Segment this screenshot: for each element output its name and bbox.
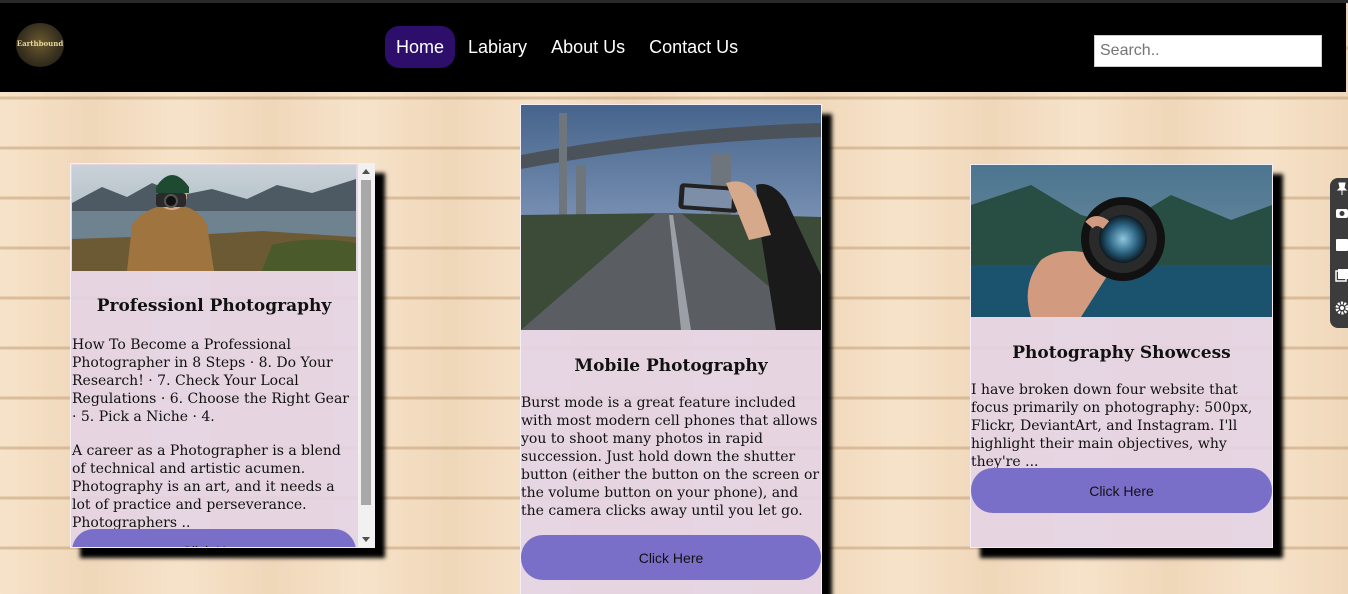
card-image-lens bbox=[971, 165, 1272, 317]
nav-labiary[interactable]: Labiary bbox=[457, 26, 538, 68]
nav-home[interactable]: Home bbox=[385, 26, 456, 68]
card-title: Photography Showcess bbox=[1012, 343, 1231, 363]
gear-icon[interactable] bbox=[1335, 301, 1348, 315]
nav-about-us[interactable]: About Us bbox=[540, 26, 636, 68]
card-text: I have broken down four website that foc… bbox=[971, 382, 1253, 470]
card-text: A career as a Photographer is a blend of… bbox=[72, 443, 341, 531]
search-input[interactable] bbox=[1094, 35, 1322, 67]
scroll-down-arrow-icon[interactable] bbox=[362, 537, 370, 542]
logo[interactable]: Earthbound bbox=[16, 23, 64, 67]
click-here-button[interactable]: Click Here bbox=[72, 529, 356, 547]
card-title: Mobile Photography bbox=[574, 356, 768, 376]
card-professional-photography: Professionl Photography How To Become a … bbox=[70, 163, 375, 548]
nav-contact-us[interactable]: Contact Us bbox=[638, 26, 749, 68]
logo-text: Earthbound bbox=[16, 39, 64, 48]
card-mobile-photography: Mobile Photography Burst mode is a great… bbox=[520, 104, 822, 594]
side-toolbar bbox=[1330, 178, 1348, 328]
scroll-up-arrow-icon[interactable] bbox=[362, 169, 370, 174]
card-image-bridge-phone bbox=[521, 105, 821, 330]
square-icon[interactable] bbox=[1335, 238, 1348, 252]
scroll-thumb[interactable] bbox=[361, 180, 371, 505]
card-photography-showcase: Photography Showcess I have broken down … bbox=[970, 164, 1273, 548]
camera-icon[interactable] bbox=[1335, 205, 1348, 219]
card-scrollbar[interactable] bbox=[358, 164, 374, 547]
card-text: How To Become a Professional Photographe… bbox=[72, 337, 349, 425]
navbar: Earthbound Home Labiary About Us Contact… bbox=[0, 3, 1346, 92]
card-title: Professionl Photography bbox=[96, 296, 332, 316]
click-here-button[interactable]: Click Here bbox=[521, 535, 821, 580]
main-nav: Home Labiary About Us Contact Us bbox=[385, 26, 751, 68]
gallery-icon[interactable] bbox=[1335, 268, 1348, 282]
card-image-photographer bbox=[72, 165, 356, 271]
click-here-button[interactable]: Click Here bbox=[971, 468, 1272, 513]
pin-icon[interactable] bbox=[1335, 182, 1348, 196]
card-text: Burst mode is a great feature included w… bbox=[521, 395, 820, 519]
